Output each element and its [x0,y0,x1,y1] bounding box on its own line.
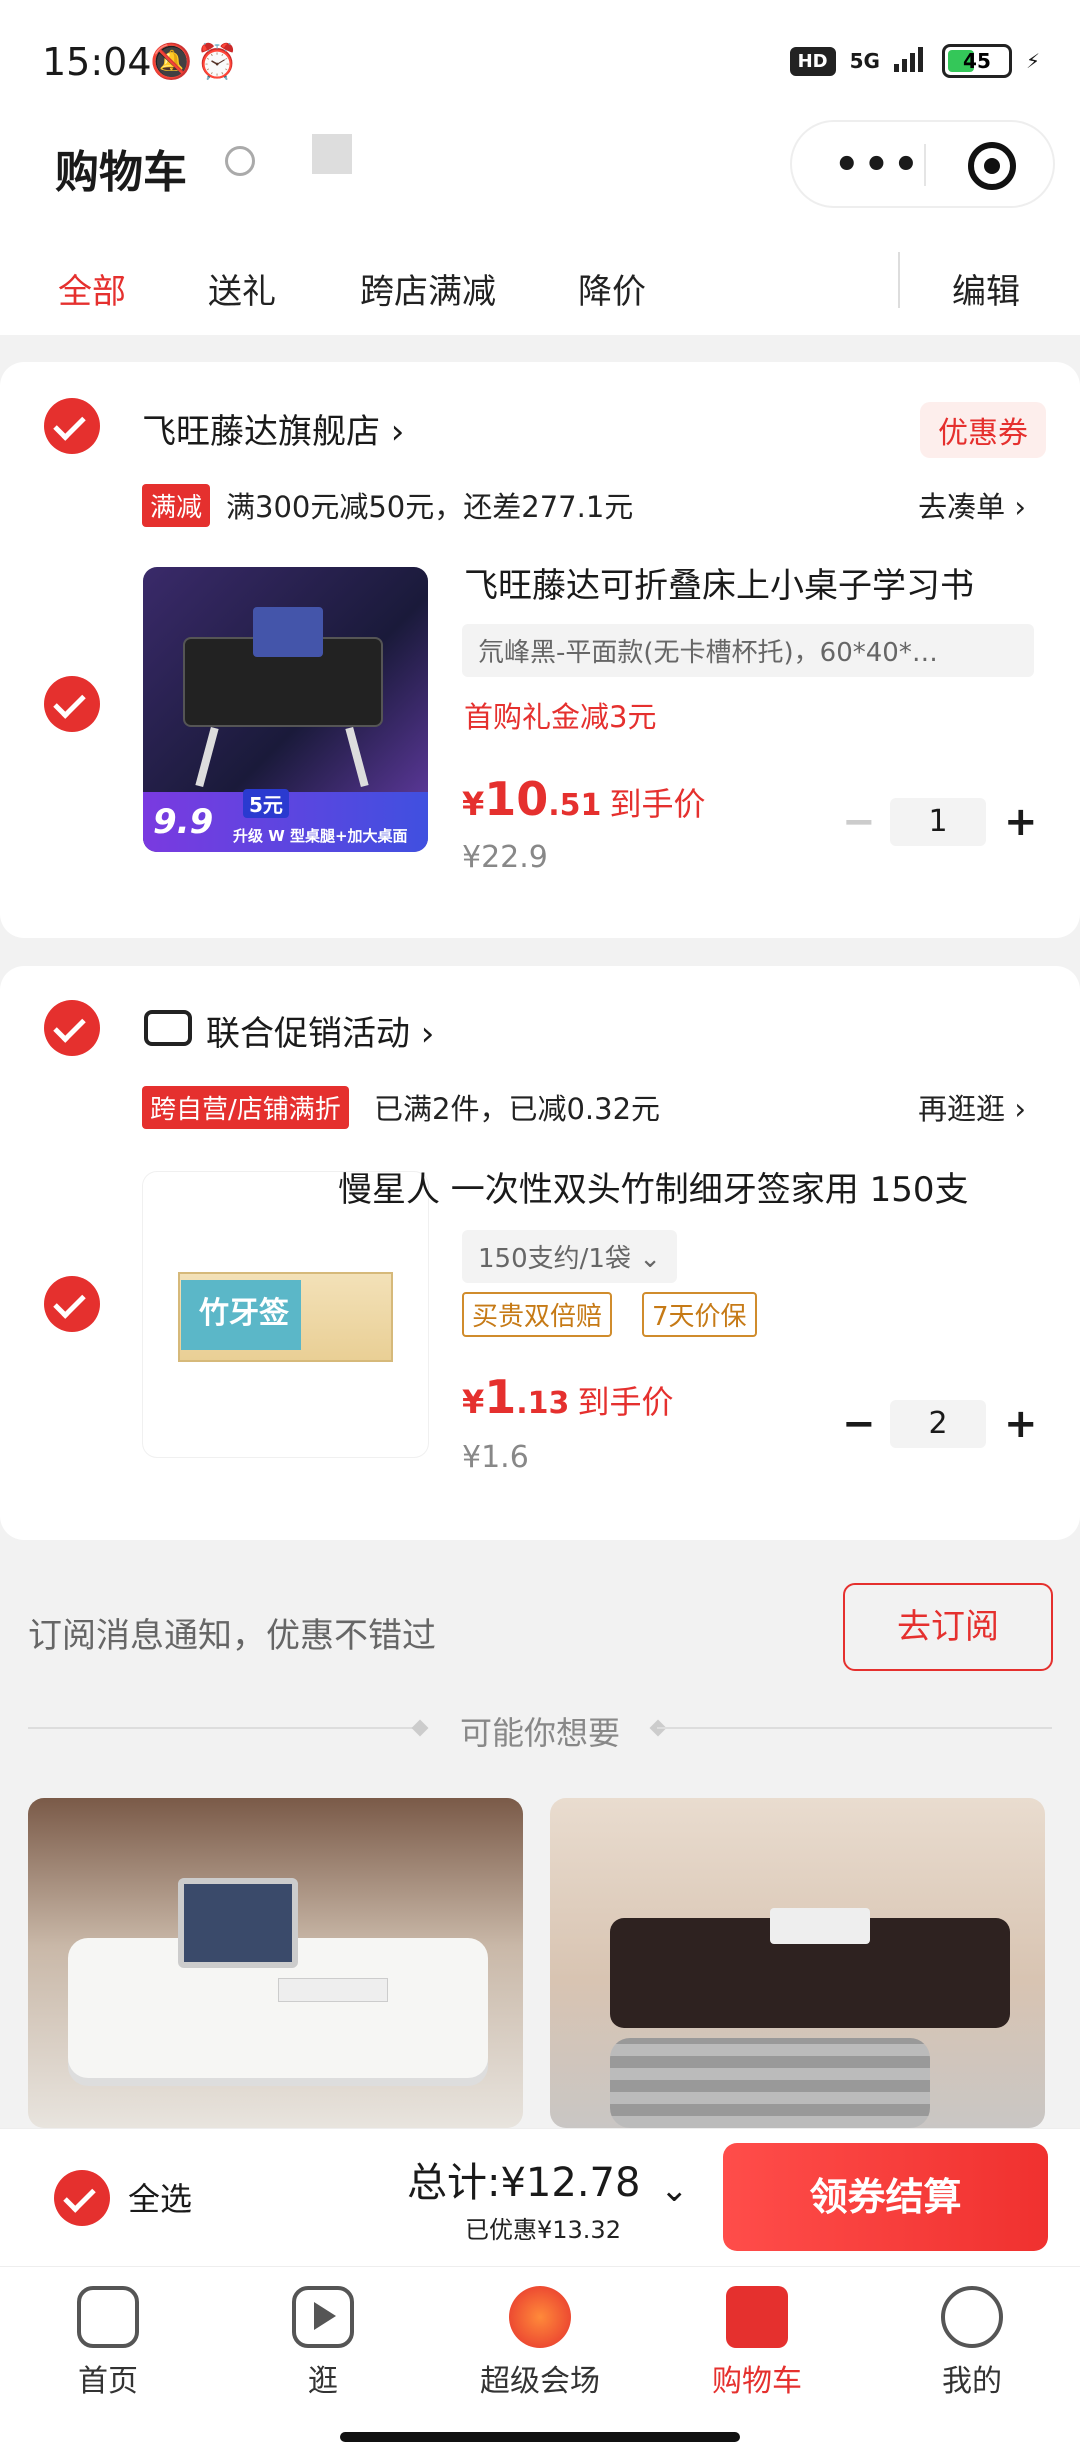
browse-more-link[interactable]: 再逛逛 › [918,1086,1026,1128]
quantity-input[interactable]: 2 [890,1400,986,1448]
cart-icon [726,2286,788,2348]
saved-amount: 已优惠¥13.32 [465,2216,621,2244]
store-card-2: 联合促销活动 › 跨自营/店铺满折 已满2件，已减0.32元 再逛逛 › 竹牙签… [0,966,1080,1540]
decrease-button[interactable]: − [842,799,876,845]
mini-program-capsule: ••• [790,120,1055,208]
more-icon[interactable]: ••• [834,142,923,188]
store-name[interactable]: 联合促销活动 › [206,1006,434,1055]
product-title[interactable]: 飞旺藤达可折叠床上小桌子学习书 [464,558,1044,607]
item-checkbox[interactable] [44,676,100,732]
store-card-1: 飞旺藤达旗舰店 › 优惠券 满减 满300元减50元，还差277.1元 去凑单 … [0,362,1080,938]
select-all-label[interactable]: 全选 [128,2174,192,2220]
promo-tag: 满减 [142,484,211,527]
mute-icon: 🔕 [150,42,193,82]
store-checkbox[interactable] [44,398,100,454]
network-label: 5G [849,49,880,73]
redacted-block [312,134,352,174]
tab-gift[interactable]: 送礼 [208,264,276,313]
alarm-icon: ⏰ [196,42,239,82]
original-price: ¥22.9 [462,840,548,875]
recommend-card-1[interactable] [28,1798,523,2128]
recommend-card-2[interactable] [550,1798,1045,2128]
original-price: ¥1.6 [462,1440,529,1475]
nav-mine[interactable]: 我的 [892,2280,1052,2400]
camera-icon [225,146,255,176]
super-venue-icon [509,2286,571,2348]
quantity-stepper: − 2 + [842,1400,1038,1448]
sku-selector[interactable]: 150支约/1袋 ⌄ [462,1230,677,1283]
subscribe-text: 订阅消息通知，优惠不错过 [28,1616,436,1656]
nav-super-venue[interactable]: 超级会场 [460,2280,620,2400]
double-compensation-tag: 买贵双倍赔 [462,1292,613,1337]
final-price: ¥1.13 到手价 [462,1370,674,1424]
add-more-link[interactable]: 去凑单 › [918,484,1026,526]
product-image[interactable]: 竹牙签 [143,1172,428,1457]
final-price: ¥10.51 到手价 [462,772,706,826]
item-checkbox[interactable] [44,1276,100,1332]
product-title[interactable]: 慢星人 一次性双头竹制细牙签家用 150支 [338,1162,1038,1211]
product-image[interactable]: 9.9 5元 升级 W 型桌腿+加大桌面 [143,567,428,852]
divider [657,1727,1052,1729]
status-time: 15:04 [42,40,152,84]
nav-browse[interactable]: 逛 [243,2280,403,2400]
store-checkbox[interactable] [44,1000,100,1056]
increase-button[interactable]: + [1004,1401,1038,1447]
home-indicator [340,2432,740,2442]
coupon-button[interactable]: 优惠券 [920,402,1046,458]
chevron-down-icon[interactable]: ⌄ [660,2170,689,2210]
promo-tag: 跨自营/店铺满折 [142,1086,349,1129]
quantity-input[interactable]: 1 [890,798,986,846]
subscribe-button[interactable]: 去订阅 [843,1583,1053,1671]
close-miniprogram-icon[interactable] [968,142,1016,190]
filter-tabs: 全部 送礼 跨店满减 降价 编辑 [0,240,1080,335]
signal-icon [893,46,928,77]
smile-icon [941,2286,1003,2348]
nav-home[interactable]: 首页 [28,2280,188,2400]
shop-icon [144,1010,192,1046]
promo-text: 已满2件，已减0.32元 [374,1092,661,1126]
play-icon [292,2286,354,2348]
nav-cart[interactable]: 购物车 [677,2280,837,2400]
tab-all[interactable]: 全部 [58,264,126,313]
page-title: 购物车 [55,147,187,198]
decrease-button[interactable]: − [842,1401,876,1447]
edit-button[interactable]: 编辑 [952,264,1020,313]
sku-selector[interactable]: 氘峰黑-平面款(无卡槽杯托)，60*40*… [462,624,1034,677]
checkout-button[interactable]: 领券结算 [723,2143,1048,2251]
home-icon [77,2286,139,2348]
charging-icon: ⚡ [1025,49,1040,73]
quantity-stepper: − 1 + [842,798,1038,846]
tab-price-drop[interactable]: 降价 [578,264,646,313]
total-price: 总计:¥12.78 [407,2160,641,2206]
select-all-checkbox[interactable] [54,2170,110,2226]
status-icons: HD 5G 45 ⚡ [789,44,1040,78]
price-protection-tag: 7天价保 [642,1292,757,1337]
battery-icon: 45 [941,44,1012,78]
recommend-title: 可能你想要 [459,1714,620,1752]
hd-icon: HD [789,46,836,76]
promo-text: 满300元减50元，还差277.1元 [226,490,634,524]
tab-cross-store[interactable]: 跨店满减 [360,264,496,313]
store-name[interactable]: 飞旺藤达旗舰店 › [142,404,404,453]
first-buy-discount: 首购礼金减3元 [464,700,657,734]
increase-button[interactable]: + [1004,799,1038,845]
